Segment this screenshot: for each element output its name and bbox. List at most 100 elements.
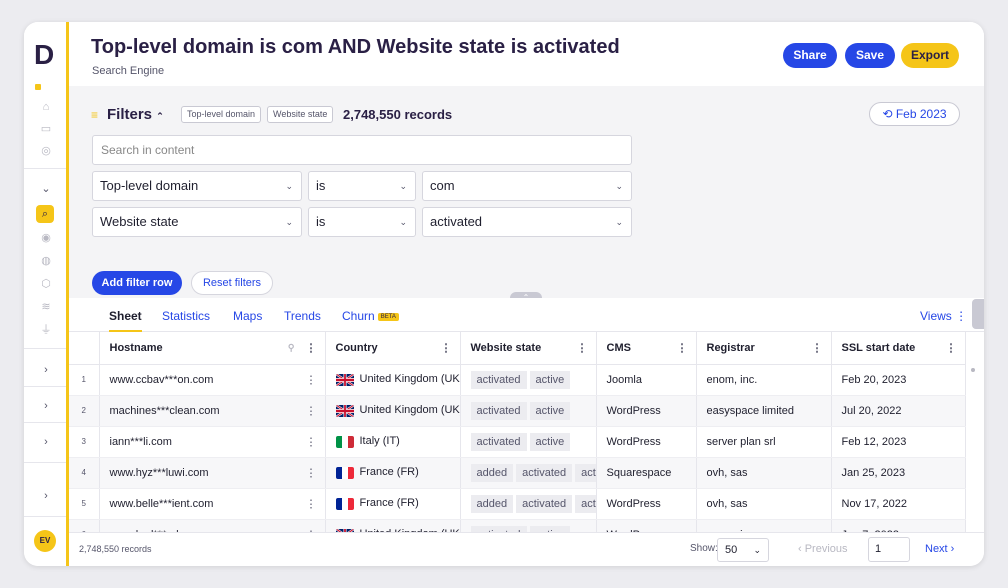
kebab-icon[interactable]: ⋮ [306, 435, 317, 448]
filters-toggle[interactable]: Filters ⌃ [107, 106, 164, 123]
wifi-icon[interactable]: ≋ [37, 298, 55, 316]
filter-field-select-1[interactable]: Top-level domain ⌄ [92, 171, 302, 201]
tab-churn[interactable]: Churn BETA [342, 309, 399, 323]
cell-ssl-start-date[interactable]: Jan 25, 2023 [831, 457, 966, 489]
kebab-icon[interactable]: ⋮ [306, 373, 317, 386]
kebab-icon[interactable]: ⋮ [812, 341, 823, 354]
database-icon[interactable]: ◎ [37, 142, 55, 160]
search-input[interactable]: Search in content [92, 135, 632, 165]
cell-cms[interactable]: WordPress [596, 395, 697, 427]
folder-icon[interactable]: ▭ [37, 120, 55, 138]
cell-country[interactable]: United Kingdom (UK) [325, 519, 461, 532]
column-header-country[interactable]: Country ⋮ [325, 332, 461, 365]
cell-cms[interactable]: WordPress [596, 488, 697, 520]
expand-section-4-icon[interactable]: › [37, 490, 55, 502]
cell-registrar[interactable]: enom, inc. [696, 364, 832, 396]
column-header-ssl-start-date[interactable]: SSL start date ⋮ [831, 332, 966, 365]
cell-hostname[interactable]: www.belle***ient.com ⋮ [99, 488, 326, 520]
cell-cms[interactable]: Joomla [596, 364, 697, 396]
cell-hostname[interactable]: www.ccbav***on.com ⋮ [99, 364, 326, 396]
filter-chip-tld[interactable]: Top-level domain [181, 106, 262, 123]
expand-section-3-icon[interactable]: › [37, 436, 55, 448]
kebab-icon[interactable]: ⋮ [946, 341, 957, 354]
cell-ssl-start-date[interactable]: Jan 7, 2023 [831, 519, 966, 532]
cell-hostname[interactable]: www.hyrl***ad.com⋮ [99, 519, 326, 532]
share-button[interactable]: Share [783, 43, 837, 68]
cell-country[interactable]: France (FR) [325, 488, 461, 520]
table-row[interactable]: 3 iann***li.com ⋮ Italy (IT) activated active… [69, 426, 966, 458]
cell-cms[interactable]: Squarespace [596, 457, 697, 489]
kebab-icon[interactable]: ⋮ [306, 341, 317, 354]
cell-hostname[interactable]: www.hyz***luwi.com ⋮ [99, 457, 326, 489]
cell-ssl-start-date[interactable]: Nov 17, 2022 [831, 488, 966, 520]
filter-field-select-2[interactable]: Website state ⌄ [92, 207, 302, 237]
date-picker-button[interactable]: ⟲ Feb 2023 [869, 102, 960, 126]
cell-registrar[interactable]: easyspace limited [696, 395, 832, 427]
filter-value-select-1[interactable]: com ⌄ [422, 171, 632, 201]
kebab-icon[interactable]: ⋮ [306, 497, 317, 510]
home-icon[interactable]: ⌂ [37, 98, 55, 116]
cell-ssl-start-date[interactable]: Feb 20, 2023 [831, 364, 966, 396]
pin-icon[interactable]: ⚲ [288, 342, 295, 353]
tab-statistics[interactable]: Statistics [162, 309, 210, 323]
cell-registrar[interactable]: enom, inc. [696, 519, 832, 532]
column-header-registrar[interactable]: Registrar ⋮ [696, 332, 832, 365]
filter-chip-state[interactable]: Website state [267, 106, 334, 123]
cell-website-state[interactable]: activatedactive [460, 519, 597, 532]
filter-op-select-2[interactable]: is ⌄ [308, 207, 416, 237]
cell-cms[interactable]: WordPress [596, 519, 697, 532]
kebab-icon[interactable]: ⋮ [577, 341, 588, 354]
globe-icon[interactable]: ◍ [37, 252, 55, 270]
cell-country[interactable]: United Kingdom (UK) [325, 395, 461, 427]
reset-filters-button[interactable]: Reset filters [191, 271, 273, 295]
column-header-hostname[interactable]: Hostname ⚲ ⋮ [99, 332, 326, 365]
column-header-cms[interactable]: CMS ⋮ [596, 332, 697, 365]
cell-website-state[interactable]: addedactivatedactive [460, 457, 597, 489]
cell-cms[interactable]: WordPress [596, 426, 697, 458]
cell-registrar[interactable]: server plan srl [696, 426, 832, 458]
filter-value-select-2[interactable]: activated ⌄ [422, 207, 632, 237]
filter-op-select-1[interactable]: is ⌄ [308, 171, 416, 201]
views-menu[interactable]: Views ⋮ [920, 309, 967, 323]
tab-maps[interactable]: Maps [233, 309, 262, 323]
cell-website-state[interactable]: activatedactive [460, 426, 597, 458]
table-row[interactable]: 2 machines***clean.com ⋮ United Kingdom (UK… [69, 395, 966, 427]
table-row[interactable]: 1 www.ccbav***on.com ⋮ United Kingdom (UK) a… [69, 364, 966, 396]
kebab-icon[interactable]: ⋮ [306, 404, 317, 417]
cell-ssl-start-date[interactable]: Feb 12, 2023 [831, 426, 966, 458]
page-size-select[interactable]: 50 ⌄ [717, 538, 769, 562]
expand-section-1-icon[interactable]: › [37, 364, 55, 376]
add-filter-row-button[interactable]: Add filter row [92, 271, 182, 295]
table-row[interactable]: 5 www.belle***ient.com ⋮ France (FR) added ac… [69, 488, 966, 520]
cell-ssl-start-date[interactable]: Jul 20, 2022 [831, 395, 966, 427]
table-row[interactable]: 6www.hyrl***ad.com⋮United Kingdom (UK)ac… [69, 519, 966, 532]
plug-icon[interactable]: ⏚ [37, 321, 55, 339]
tab-sheet[interactable]: Sheet [109, 309, 142, 332]
table-row[interactable]: 4 www.hyz***luwi.com ⋮ France (FR) added acti… [69, 457, 966, 489]
kebab-icon[interactable]: ⋮ [306, 466, 317, 479]
search-icon[interactable]: ⌕ [36, 205, 54, 223]
next-page-button[interactable]: Next › [925, 543, 954, 555]
cell-website-state[interactable]: activatedactive [460, 364, 597, 396]
cell-registrar[interactable]: ovh, sas [696, 488, 832, 520]
side-panel-toggle[interactable] [972, 299, 984, 329]
avatar[interactable]: EV [34, 530, 56, 552]
eye-icon[interactable]: ◉ [37, 229, 55, 247]
cell-website-state[interactable]: addedactivatedactive [460, 488, 597, 520]
cell-hostname[interactable]: machines***clean.com ⋮ [99, 395, 326, 427]
table-scrollbar[interactable] [971, 368, 975, 372]
shield-icon[interactable]: ⬡ [37, 275, 55, 293]
column-header-website-state[interactable]: Website state ⋮ [460, 332, 597, 365]
export-button[interactable]: Export [901, 43, 959, 68]
kebab-icon[interactable]: ⋮ [677, 341, 688, 354]
page-number-input[interactable]: 1 [868, 537, 910, 562]
cell-country[interactable]: Italy (IT) [325, 426, 461, 458]
cell-country[interactable]: United Kingdom (UK) [325, 364, 461, 396]
cell-hostname[interactable]: iann***li.com ⋮ [99, 426, 326, 458]
cell-registrar[interactable]: ovh, sas [696, 457, 832, 489]
expand-section-2-icon[interactable]: › [37, 400, 55, 412]
cell-website-state[interactable]: activatedactive [460, 395, 597, 427]
kebab-icon[interactable]: ⋮ [441, 341, 452, 354]
cell-country[interactable]: France (FR) [325, 457, 461, 489]
chevron-down-icon[interactable]: ⌄ [37, 182, 55, 195]
